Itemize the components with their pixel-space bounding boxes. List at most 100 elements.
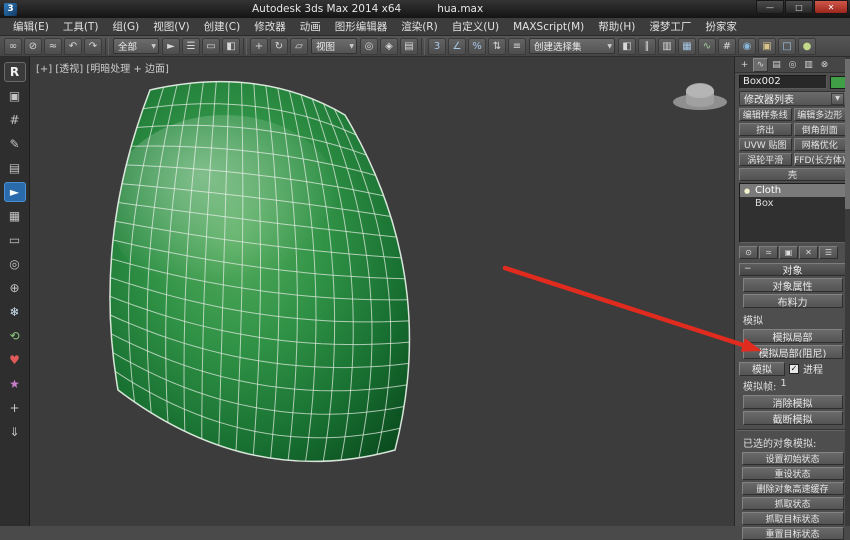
menu-item-8[interactable]: 图形编辑器: [328, 18, 395, 35]
undo-icon[interactable]: ↶: [64, 37, 82, 55]
make-unique-icon[interactable]: ▣: [779, 246, 798, 259]
modify-tab[interactable]: ∿: [753, 57, 768, 72]
minimize-button[interactable]: —: [756, 0, 784, 14]
curve-editor-icon[interactable]: ∿: [698, 37, 716, 55]
panel-scrollbar-thumb[interactable]: [845, 59, 850, 209]
unlink-selection-icon[interactable]: ⊘: [24, 37, 42, 55]
modifier-button-2[interactable]: 编辑多边形: [793, 108, 846, 121]
viewport[interactable]: [+] [透视] [明暗处理 + 边面]: [30, 57, 734, 526]
menu-item-10[interactable]: 自定义(U): [445, 18, 506, 35]
modifier-button-4[interactable]: 倒角剖面: [793, 123, 846, 136]
align-icon[interactable]: ∥: [638, 37, 656, 55]
menu-item-3[interactable]: 组(G): [105, 18, 146, 35]
ribbon-logo[interactable]: R: [3, 62, 26, 82]
render-setup-icon[interactable]: ▣: [758, 37, 776, 55]
remove-modifier-icon[interactable]: ✕: [799, 246, 818, 259]
show-end-result-icon[interactable]: ≍: [759, 246, 778, 259]
state-button-4[interactable]: 抓取状态: [741, 497, 844, 510]
grid-icon[interactable]: #: [4, 110, 26, 130]
pencil-icon[interactable]: ✎: [4, 134, 26, 154]
panel-scrollbar[interactable]: [845, 57, 850, 526]
menu-item-13[interactable]: 漫梦工厂: [642, 18, 698, 35]
pin-stack-icon[interactable]: ⊙: [739, 246, 758, 259]
select-and-link-icon[interactable]: ∞: [4, 37, 22, 55]
stack-row-box[interactable]: Box: [740, 197, 845, 210]
state-button-6[interactable]: 重置目标状态: [741, 527, 844, 540]
menu-item-2[interactable]: 工具(T): [56, 18, 106, 35]
select-rotate-icon[interactable]: ↻: [270, 37, 288, 55]
recycle-icon[interactable]: ⟲: [4, 326, 26, 346]
state-button-3[interactable]: 删除对象高速缓存: [741, 482, 844, 495]
erase-simulation-button[interactable]: 消除模拟: [742, 395, 843, 409]
menu-item-1[interactable]: 编辑(E): [6, 18, 56, 35]
display-tab[interactable]: ▥: [801, 58, 816, 72]
spinner-snap-icon[interactable]: ⇅: [488, 37, 506, 55]
mirror-icon[interactable]: ◧: [618, 37, 636, 55]
select-object-icon[interactable]: ►: [162, 37, 180, 55]
menu-item-7[interactable]: 动画: [293, 18, 328, 35]
image-icon[interactable]: ▣: [4, 86, 26, 106]
percent-snap-icon[interactable]: %: [468, 37, 486, 55]
rectangular-selection-icon[interactable]: ▭: [202, 37, 220, 55]
hierarchy-tab[interactable]: ▤: [769, 58, 784, 72]
simulate-local-button[interactable]: 模拟局部: [742, 329, 843, 343]
stack-row-cloth[interactable]: ● Cloth: [740, 184, 845, 197]
star-icon[interactable]: ★: [4, 374, 26, 394]
monitor-icon[interactable]: ▤: [4, 158, 26, 178]
modifier-button-5[interactable]: UVW 贴图: [739, 138, 792, 151]
layer-manager-icon[interactable]: ▥: [658, 37, 676, 55]
printer-icon[interactable]: ▭: [4, 230, 26, 250]
menu-item-5[interactable]: 创建(C): [197, 18, 248, 35]
state-button-5[interactable]: 抓取目标状态: [741, 512, 844, 525]
modifier-button-3[interactable]: 挤出: [739, 123, 792, 136]
pillow-object[interactable]: [107, 80, 411, 463]
menu-item-9[interactable]: 渲染(R): [394, 18, 445, 35]
cloth-forces-button[interactable]: 布料力: [742, 294, 843, 308]
modifier-button-9[interactable]: 壳: [739, 168, 846, 181]
material-editor-icon[interactable]: ◉: [738, 37, 756, 55]
select-by-name-icon[interactable]: ☰: [182, 37, 200, 55]
object-name-field[interactable]: Box002: [739, 75, 827, 89]
modifier-button-1[interactable]: 编辑样条线: [739, 108, 792, 121]
window-crossing-icon[interactable]: ◧: [222, 37, 240, 55]
state-button-2[interactable]: 重设状态: [741, 467, 844, 480]
maximize-button[interactable]: □: [785, 0, 813, 14]
use-pivot-center-icon[interactable]: ◎: [360, 37, 378, 55]
app-logo-icon[interactable]: 3: [4, 2, 17, 16]
keyboard-override-icon[interactable]: ▤: [400, 37, 418, 55]
truncate-simulation-button[interactable]: 截断模拟: [742, 411, 843, 425]
modifier-button-8[interactable]: FFD(长方体): [793, 153, 846, 166]
menu-item-6[interactable]: 修改器: [247, 18, 293, 35]
simulate-button[interactable]: 模拟: [739, 361, 785, 376]
select-scale-icon[interactable]: ▱: [290, 37, 308, 55]
select-move-icon[interactable]: +: [250, 37, 268, 55]
snowflake-icon[interactable]: ❄: [4, 302, 26, 322]
menu-item-12[interactable]: 帮助(H): [591, 18, 642, 35]
named-selection-sets-combo[interactable]: 创建选择集 ▼: [529, 38, 615, 54]
selection-filter-select[interactable]: 全部 ▼: [113, 38, 159, 54]
menu-item-11[interactable]: MAXScript(M): [506, 18, 591, 35]
chevrons-down-icon[interactable]: ⇓: [4, 422, 26, 442]
modifier-list-dropdown[interactable]: 修改器列表 ▼: [739, 91, 846, 106]
select-manipulate-icon[interactable]: ◈: [380, 37, 398, 55]
snap-3d-icon[interactable]: 3: [428, 37, 446, 55]
configure-modifier-sets-icon[interactable]: ☰: [819, 246, 838, 259]
state-button-1[interactable]: 设置初始状态: [741, 452, 844, 465]
simulate-local-damped-button[interactable]: 模拟局部(阻尼): [742, 345, 843, 359]
close-button[interactable]: ✕: [814, 0, 848, 14]
create-tab[interactable]: +: [737, 58, 752, 72]
redo-icon[interactable]: ↷: [84, 37, 102, 55]
viewport-label[interactable]: [+] [透视] [明暗处理 + 边面]: [36, 60, 169, 75]
cube-icon[interactable]: ▦: [4, 206, 26, 226]
menu-item-14[interactable]: 扮家家: [698, 18, 744, 35]
heart-icon[interactable]: ♥: [4, 350, 26, 370]
plus-icon[interactable]: +: [4, 398, 26, 418]
gear-icon[interactable]: ⊕: [4, 278, 26, 298]
progress-checkbox[interactable]: ✓: [789, 363, 799, 374]
motion-tab[interactable]: ◎: [785, 58, 800, 72]
angle-snap-icon[interactable]: ∠: [448, 37, 466, 55]
target-icon[interactable]: ◎: [4, 254, 26, 274]
render-icon[interactable]: ●: [798, 37, 816, 55]
edit-selection-sets-icon[interactable]: ≡: [508, 37, 526, 55]
reference-coordinate-select[interactable]: 视图 ▼: [311, 38, 357, 54]
